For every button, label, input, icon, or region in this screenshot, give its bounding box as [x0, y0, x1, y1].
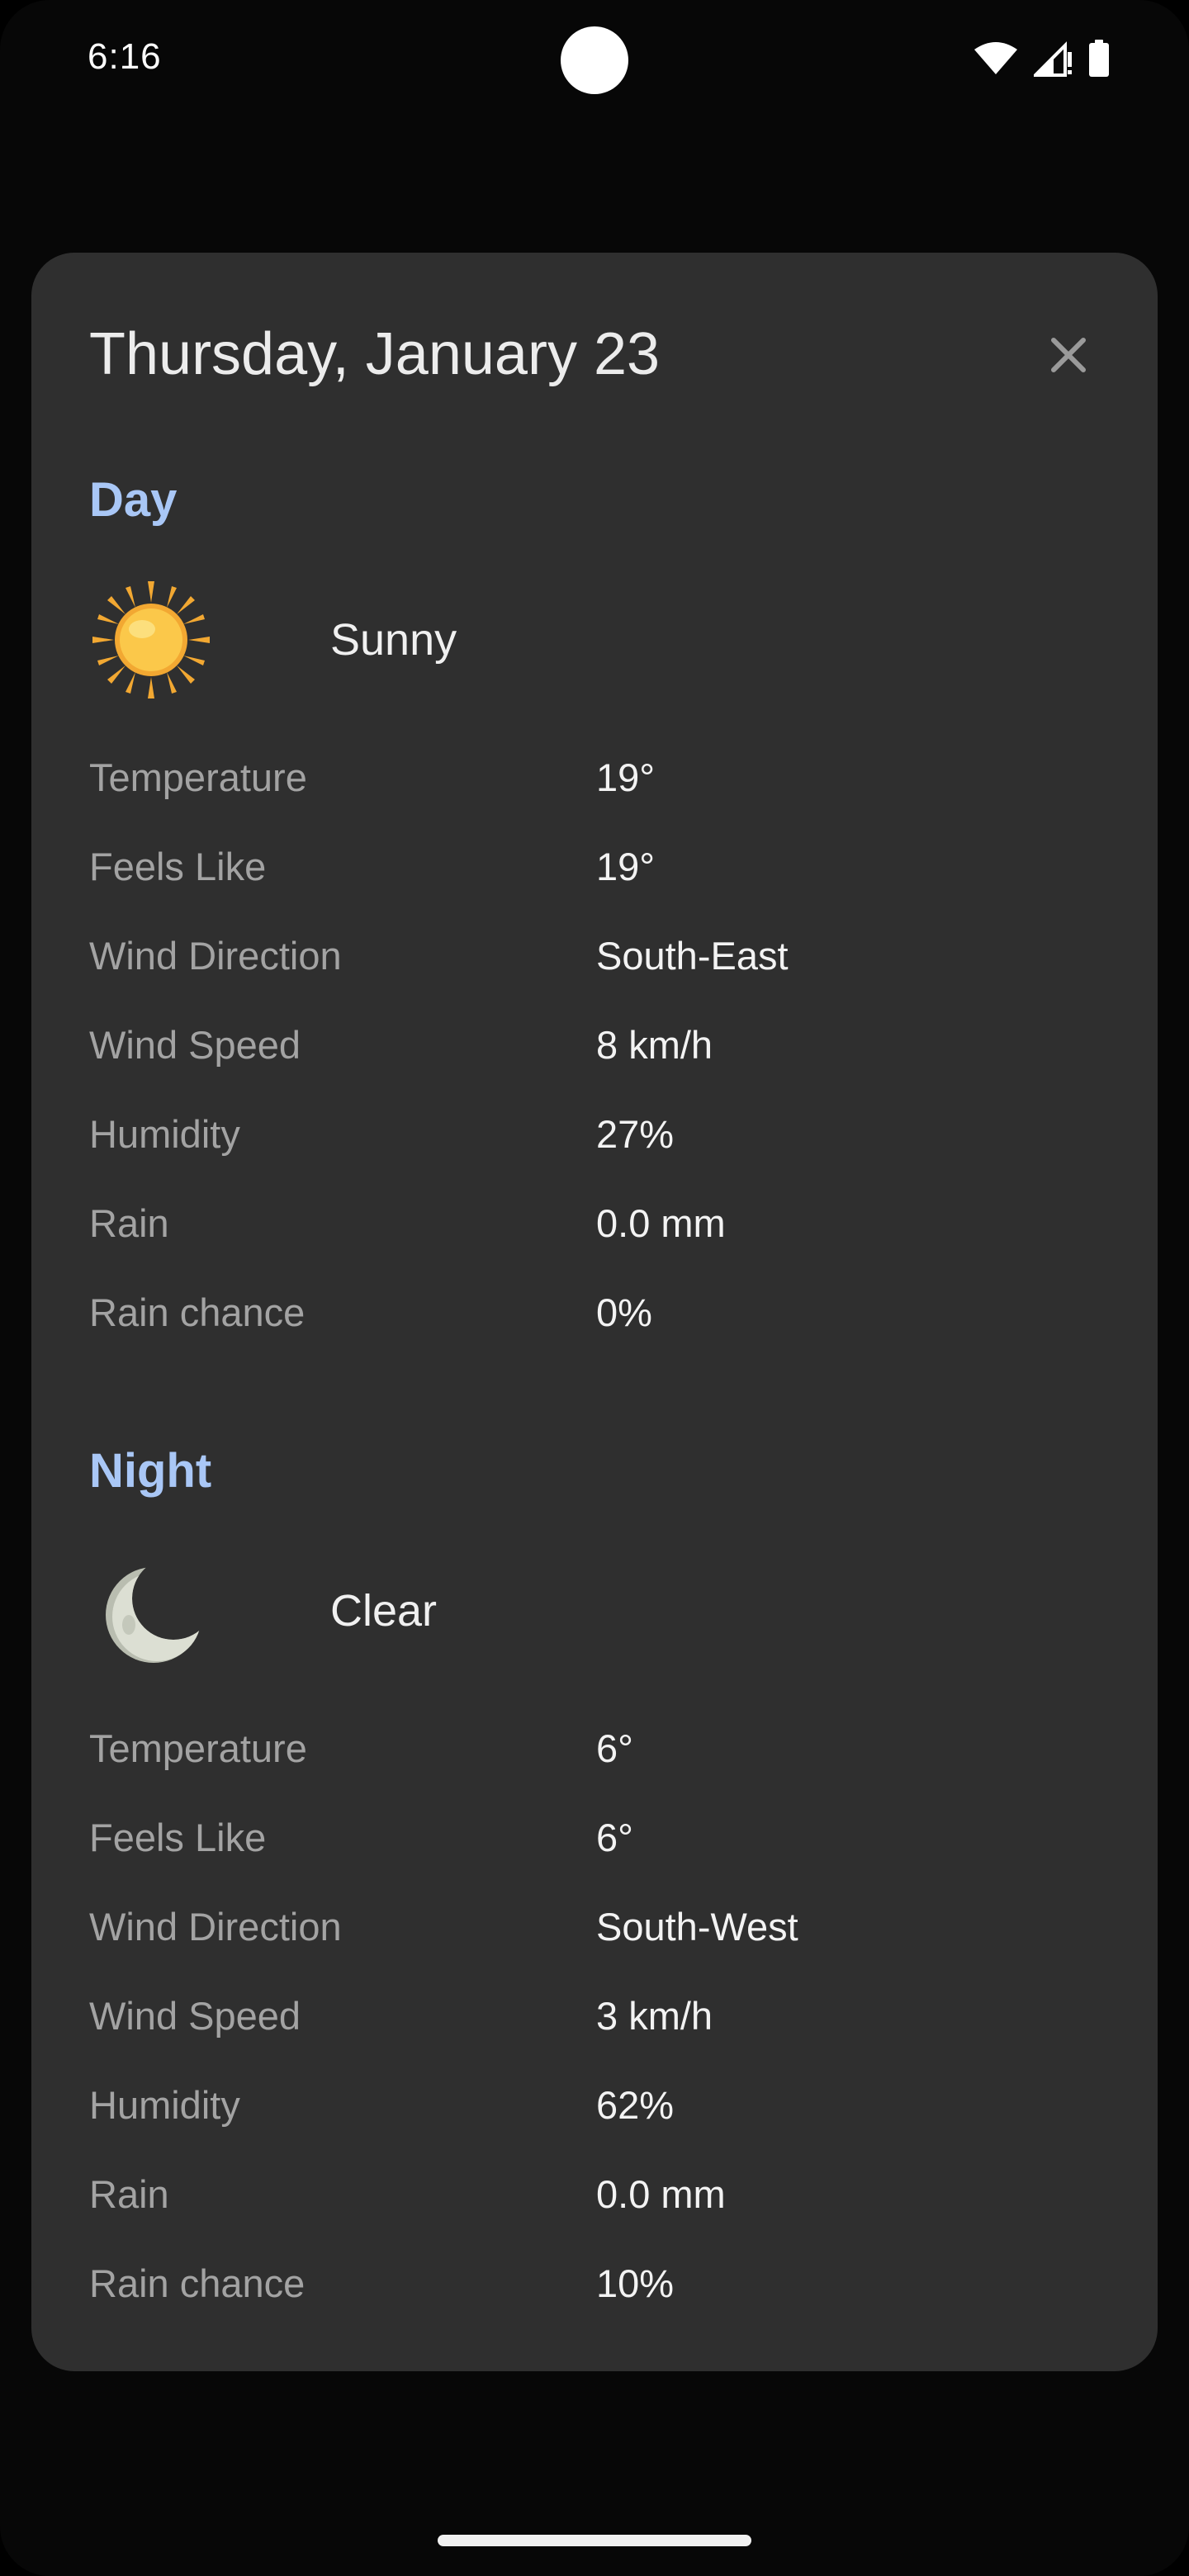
- row-label: Temperature: [89, 755, 307, 799]
- day-details-list: Temperature 19° Feels Like 19° Wind Dire…: [89, 736, 1080, 1361]
- signal-icon: [1034, 40, 1073, 77]
- row-label: Rain chance: [89, 2261, 306, 2305]
- night-details-list: Temperature 6° Feels Like 6° Wind Direct…: [89, 1707, 1080, 2332]
- row-value: 19°: [596, 755, 656, 799]
- row-value: 6°: [596, 1816, 633, 1859]
- row-label: Humidity: [89, 1112, 240, 1156]
- night-row-humidity: Humidity 62%: [89, 2064, 1080, 2153]
- row-label: Temperature: [89, 1726, 307, 1770]
- night-section-label: Night: [89, 1444, 212, 1498]
- night-row-rain-chance: Rain chance 10%: [89, 2242, 1080, 2332]
- night-condition: Clear: [89, 1549, 585, 1673]
- wifi-icon: [973, 41, 1019, 76]
- day-details-dialog: Thursday, January 23 Day Sunny Temperatu…: [31, 253, 1158, 2371]
- sun-icon: [89, 578, 213, 702]
- status-icons: [973, 40, 1110, 78]
- day-row-temperature: Temperature 19°: [89, 736, 1080, 826]
- row-value: 0%: [596, 1290, 652, 1334]
- dialog-title: Thursday, January 23: [89, 321, 661, 387]
- night-row-wind-speed: Wind Speed 3 km/h: [89, 1975, 1080, 2064]
- row-value: 8 km/h: [596, 1023, 713, 1067]
- row-label: Humidity: [89, 2083, 240, 2127]
- day-row-humidity: Humidity 27%: [89, 1093, 1080, 1182]
- row-label: Wind Direction: [89, 1905, 342, 1949]
- row-label: Rain: [89, 2172, 169, 2216]
- phone-screen: 6:16 Thursday, January 23 Day Sunny Temp…: [0, 0, 1189, 2576]
- row-value: 19°: [596, 845, 656, 888]
- night-row-rain: Rain 0.0 mm: [89, 2153, 1080, 2242]
- row-label: Rain: [89, 1201, 169, 1245]
- night-row-temperature: Temperature 6°: [89, 1707, 1080, 1797]
- row-value: 62%: [596, 2083, 675, 2127]
- row-label: Rain chance: [89, 1290, 306, 1334]
- home-indicator[interactable]: [438, 2535, 751, 2546]
- status-time: 6:16: [88, 36, 162, 77]
- night-row-wind-direction: Wind Direction South-West: [89, 1886, 1080, 1975]
- row-label: Wind Direction: [89, 934, 342, 978]
- row-value: South-West: [596, 1905, 798, 1949]
- day-section-label: Day: [89, 473, 178, 527]
- row-label: Feels Like: [89, 1816, 267, 1859]
- row-value: South-East: [596, 934, 789, 978]
- row-value: 0.0 mm: [596, 2172, 726, 2216]
- row-value: 6°: [596, 1726, 633, 1770]
- day-row-wind-speed: Wind Speed 8 km/h: [89, 1004, 1080, 1093]
- day-row-rain: Rain 0.0 mm: [89, 1182, 1080, 1271]
- day-condition: Sunny: [89, 578, 585, 702]
- row-label: Wind Speed: [89, 1994, 301, 2038]
- moon-icon: [89, 1549, 213, 1673]
- row-value: 3 km/h: [596, 1994, 713, 2038]
- status-bar: 6:16: [0, 0, 1189, 124]
- camera-cutout: [561, 26, 628, 94]
- row-label: Feels Like: [89, 845, 267, 888]
- day-row-rain-chance: Rain chance 0%: [89, 1271, 1080, 1361]
- day-row-wind-direction: Wind Direction South-East: [89, 915, 1080, 1004]
- row-value: 0.0 mm: [596, 1201, 726, 1245]
- row-value: 27%: [596, 1112, 675, 1156]
- night-row-feels-like: Feels Like 6°: [89, 1797, 1080, 1886]
- night-condition-text: Clear: [330, 1586, 438, 1636]
- day-row-feels-like: Feels Like 19°: [89, 826, 1080, 915]
- day-condition-text: Sunny: [330, 615, 457, 665]
- row-label: Wind Speed: [89, 1023, 301, 1067]
- close-button[interactable]: [1027, 315, 1110, 398]
- row-value: 10%: [596, 2261, 675, 2305]
- close-icon: [1050, 337, 1087, 377]
- battery-icon: [1088, 40, 1110, 78]
